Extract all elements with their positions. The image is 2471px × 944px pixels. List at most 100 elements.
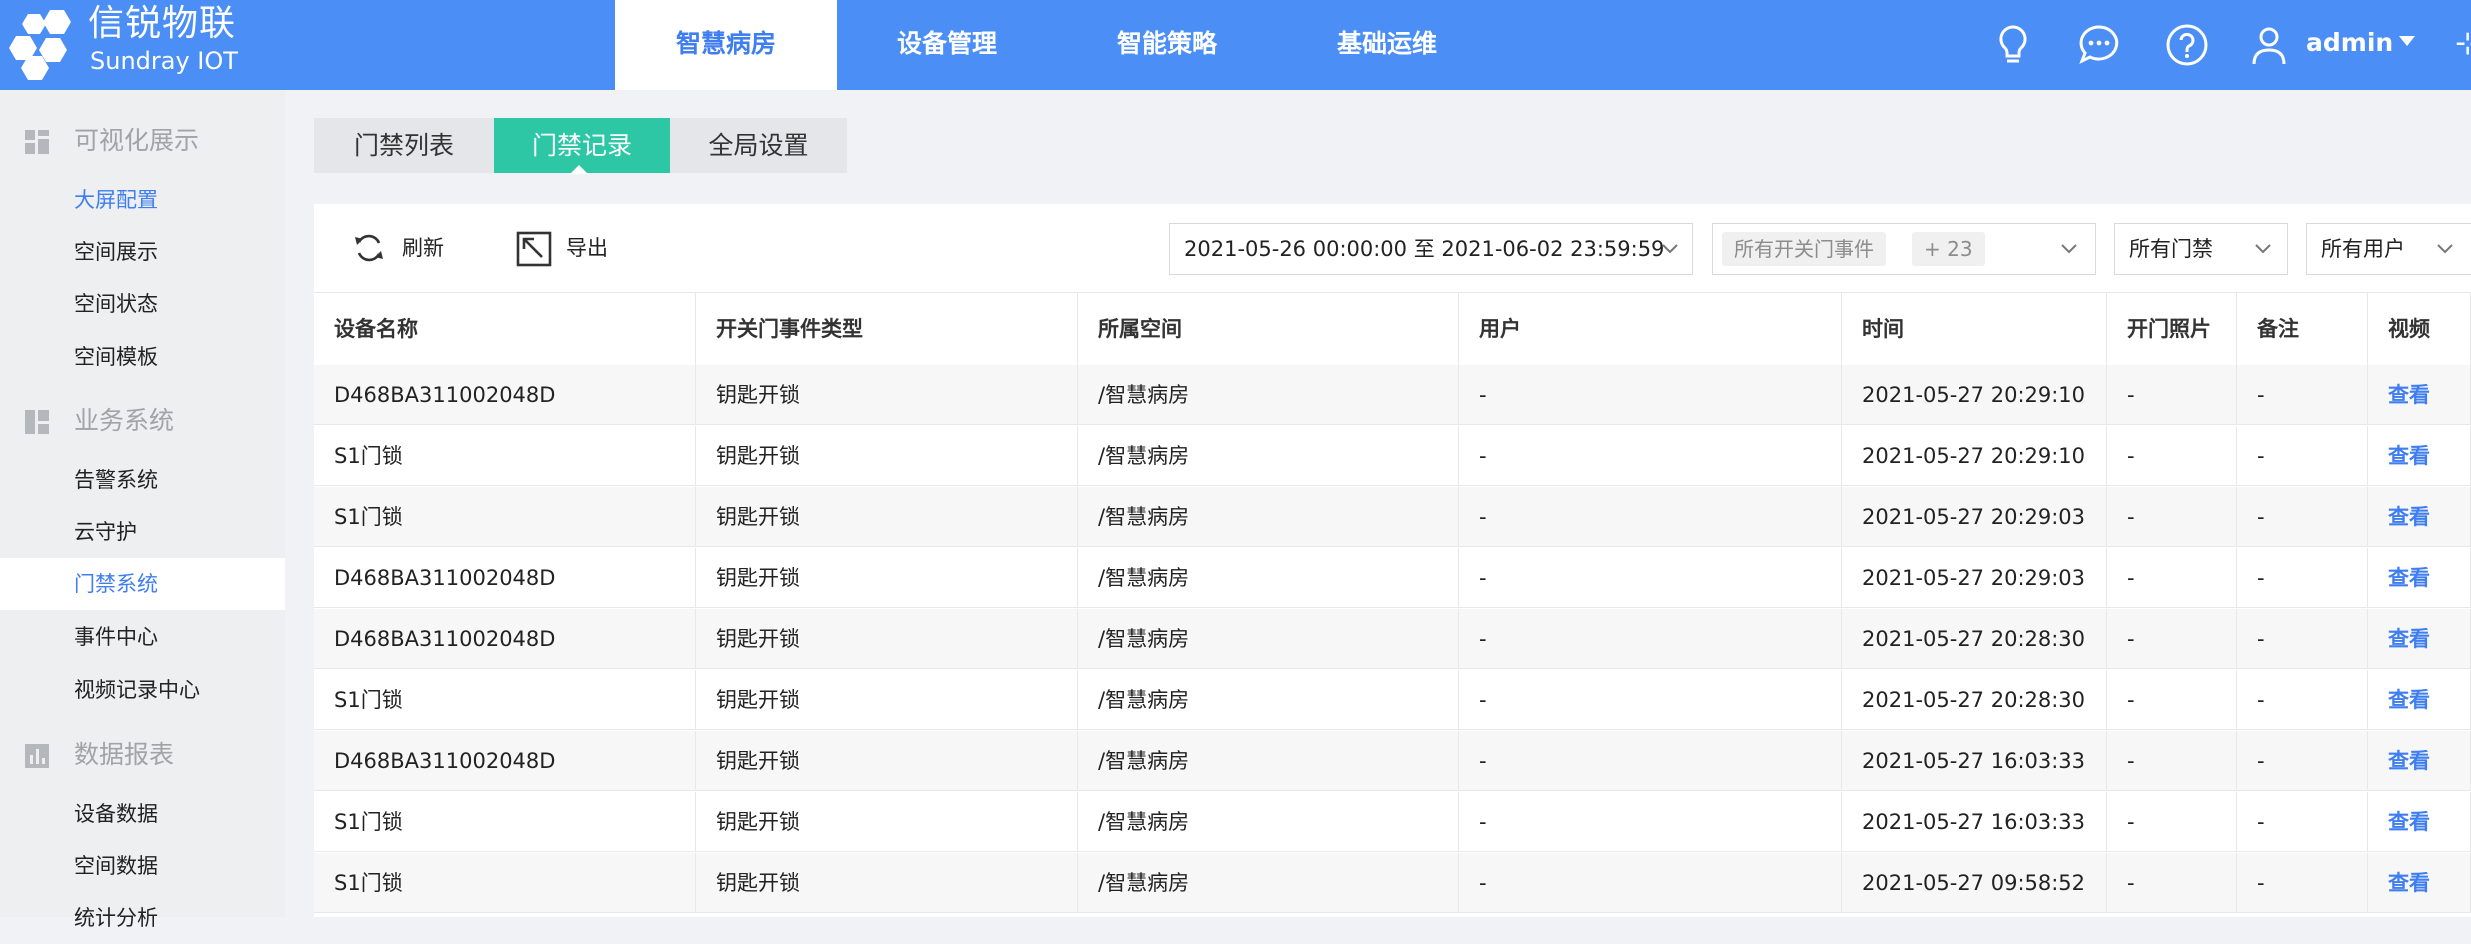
user-name[interactable]: admin	[2306, 25, 2393, 61]
chevron-down-icon	[2061, 244, 2077, 254]
column-header-event-type[interactable]: 开关门事件类型	[696, 293, 1078, 365]
table-row[interactable]: S1门锁 钥匙开锁/智慧病房 -2021-05-27 20:28:30- - 查看	[314, 670, 2471, 730]
event-type-select[interactable]: 所有开关门事件 + 23	[1712, 223, 2096, 275]
view-video-link[interactable]: 查看	[2368, 365, 2471, 425]
sidebar-item-access-control[interactable]: 门禁系统	[0, 558, 285, 610]
cell-photo: -	[2107, 792, 2237, 852]
chevron-down-icon	[2437, 244, 2453, 254]
sidebar-item-space-template[interactable]: 空间模板	[0, 331, 285, 383]
chevron-down-icon	[1662, 244, 1678, 254]
nav-tab-smart-ward[interactable]: 智慧病房	[615, 0, 837, 90]
active-tab-caret	[570, 165, 588, 174]
sidebar-item-alarm-system[interactable]: 告警系统	[0, 454, 285, 506]
sidebar-item-space-status[interactable]: 空间状态	[0, 278, 285, 330]
cell-time: 2021-05-27 20:28:30	[1842, 609, 2107, 669]
cell-remark: -	[2237, 548, 2368, 608]
sidebar-group-visualization[interactable]: 可视化展示	[0, 116, 285, 166]
view-video-link[interactable]: 查看	[2368, 426, 2471, 486]
door-select[interactable]: 所有门禁	[2114, 223, 2288, 275]
column-header-remark[interactable]: 备注	[2237, 293, 2368, 365]
sidebar-group-business[interactable]: 业务系统	[0, 396, 285, 446]
table-row[interactable]: D468BA311002048D 钥匙开锁/智慧病房 -2021-05-27 20:…	[314, 609, 2471, 669]
help-icon[interactable]	[2164, 22, 2210, 68]
cell-event-type: 钥匙开锁	[696, 548, 1078, 608]
table-row[interactable]: S1门锁 钥匙开锁/智慧病房 -2021-05-27 09:58:52- - 查看	[314, 853, 2471, 913]
sidebar-item-device-data[interactable]: 设备数据	[0, 788, 285, 840]
cell-remark: -	[2237, 365, 2368, 425]
cell-device-name: D468BA311002048D	[314, 548, 696, 608]
cell-remark: -	[2237, 426, 2368, 486]
sidebar-item-label: 告警系统	[74, 468, 158, 492]
cell-event-type: 钥匙开锁	[696, 670, 1078, 730]
view-video-link[interactable]: 查看	[2368, 731, 2471, 791]
column-header-user[interactable]: 用户	[1459, 293, 1842, 365]
subtab-access-list[interactable]: 门禁列表	[314, 118, 494, 173]
view-video-link[interactable]: 查看	[2368, 670, 2471, 730]
cell-remark: -	[2237, 792, 2368, 852]
event-type-more-tag: + 23	[1912, 232, 1985, 266]
sidebar-item-label: 统计分析	[74, 906, 158, 930]
cell-event-type: 钥匙开锁	[696, 853, 1078, 913]
cell-remark: -	[2237, 670, 2368, 730]
subtab-global-settings[interactable]: 全局设置	[670, 118, 847, 173]
sidebar-item-label: 事件中心	[74, 625, 158, 649]
cell-time: 2021-05-27 09:58:52	[1842, 853, 2107, 913]
cell-space: /智慧病房	[1078, 609, 1459, 669]
cell-device-name: D468BA311002048D	[314, 609, 696, 669]
cell-device-name: S1门锁	[314, 792, 696, 852]
table-row[interactable]: S1门锁 钥匙开锁/智慧病房 -2021-05-27 20:29:03- - 查看	[314, 487, 2471, 547]
chevron-down-icon[interactable]	[2397, 34, 2417, 48]
view-video-link[interactable]: 查看	[2368, 792, 2471, 852]
column-header-time[interactable]: 时间	[1842, 293, 2107, 365]
nav-tab-smart-strategy[interactable]: 智能策略	[1057, 0, 1277, 90]
sidebar-item-video-records[interactable]: 视频记录中心	[0, 664, 285, 716]
sidebar-item-statistics[interactable]: 统计分析	[0, 892, 285, 944]
sidebar-item-space-display[interactable]: 空间展示	[0, 226, 285, 278]
cell-photo: -	[2107, 548, 2237, 608]
table-row[interactable]: D468BA311002048D 钥匙开锁/智慧病房 -2021-05-27 20:…	[314, 548, 2471, 608]
sidebar-item-space-data[interactable]: 空间数据	[0, 840, 285, 892]
cell-space: /智慧病房	[1078, 487, 1459, 547]
view-video-link[interactable]: 查看	[2368, 853, 2471, 913]
user-select[interactable]: 所有用户	[2306, 223, 2471, 275]
chat-icon[interactable]	[2076, 22, 2122, 68]
column-header-photo[interactable]: 开门照片	[2107, 293, 2237, 365]
chevron-down-icon	[2255, 244, 2271, 254]
refresh-label: 刷新	[402, 236, 444, 260]
table-row[interactable]: D468BA311002048D 钥匙开锁/智慧病房 -2021-05-27 16:…	[314, 731, 2471, 791]
cell-remark: -	[2237, 731, 2368, 791]
sidebar-item-label: 大屏配置	[74, 188, 158, 212]
table-row[interactable]: S1门锁 钥匙开锁/智慧病房 -2021-05-27 20:29:10- - 查看	[314, 426, 2471, 486]
user-icon[interactable]	[2246, 22, 2292, 68]
sidebar-group-label: 业务系统	[74, 406, 175, 435]
date-range-picker[interactable]: 2021-05-26 00:00:00 至 2021-06-02 23:59:5…	[1169, 223, 1693, 275]
sidebar-item-event-center[interactable]: 事件中心	[0, 611, 285, 663]
nav-tab-device-management[interactable]: 设备管理	[837, 0, 1057, 90]
table-row[interactable]: D468BA311002048D 钥匙开锁/智慧病房 -2021-05-27 20:…	[314, 365, 2471, 425]
view-video-link[interactable]: 查看	[2368, 609, 2471, 669]
column-header-device-name[interactable]: 设备名称	[314, 293, 696, 365]
cell-user: -	[1459, 853, 1842, 913]
lightbulb-icon[interactable]	[1990, 22, 2036, 68]
cell-time: 2021-05-27 16:03:33	[1842, 792, 2107, 852]
table-row[interactable]: S1门锁 钥匙开锁/智慧病房 -2021-05-27 16:03:33- - 查看	[314, 792, 2471, 852]
column-header-video[interactable]: 视频	[2368, 293, 2471, 365]
brand-logo[interactable]: 信锐物联 Sundray IOT	[0, 0, 285, 90]
business-icon	[25, 410, 49, 434]
view-video-link[interactable]: 查看	[2368, 548, 2471, 608]
sidebar-item-label: 云守护	[74, 520, 137, 544]
sidebar-item-label: 空间展示	[74, 240, 158, 264]
cell-time: 2021-05-27 20:29:10	[1842, 365, 2107, 425]
door-select-value: 所有门禁	[2129, 237, 2213, 261]
cell-device-name: S1门锁	[314, 426, 696, 486]
column-header-space[interactable]: 所属空间	[1078, 293, 1459, 365]
cell-event-type: 钥匙开锁	[696, 365, 1078, 425]
fullscreen-icon[interactable]: ⊹	[2455, 26, 2471, 62]
cell-space: /智慧病房	[1078, 853, 1459, 913]
nav-tab-basic-ops[interactable]: 基础运维	[1277, 0, 1497, 90]
sidebar-item-label: 空间数据	[74, 854, 158, 878]
sidebar-group-reports[interactable]: 数据报表	[0, 730, 285, 780]
view-video-link[interactable]: 查看	[2368, 487, 2471, 547]
sidebar-item-screen-config[interactable]: 大屏配置	[0, 174, 285, 226]
sidebar-item-cloud-guard[interactable]: 云守护	[0, 506, 285, 558]
